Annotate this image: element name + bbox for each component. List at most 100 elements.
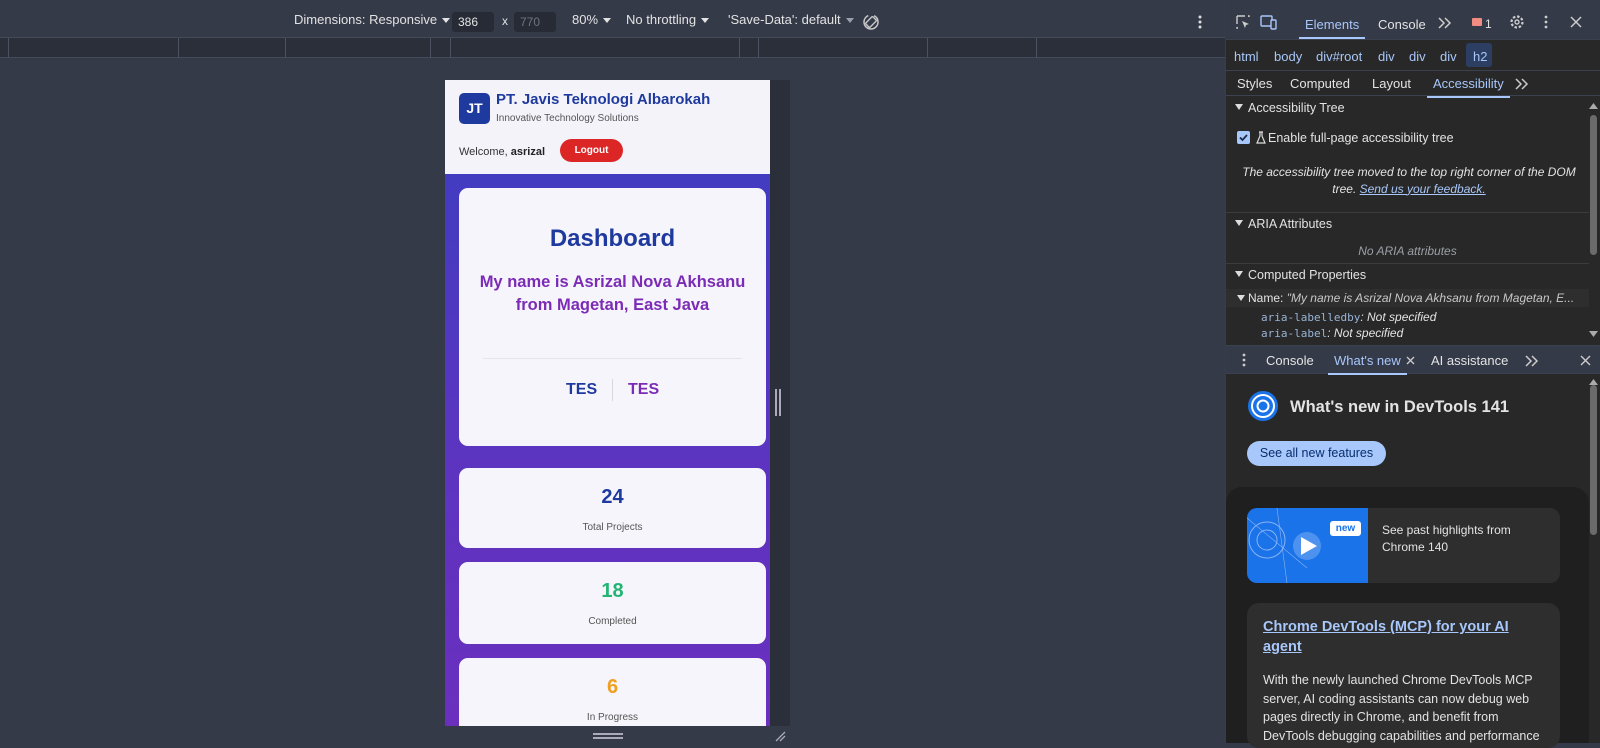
stat-label: Completed: [588, 616, 637, 627]
flask-icon: [1256, 131, 1266, 144]
close-drawer-icon[interactable]: [1580, 355, 1591, 366]
property-key: Name:: [1248, 291, 1287, 305]
scroll-up-icon[interactable]: [1589, 378, 1598, 385]
intro-heading: My name is Asrizal Nova Akhsanu from Mag…: [479, 273, 746, 314]
issues-icon[interactable]: [1472, 18, 1482, 28]
dashboard-card: Dashboard My name is Asrizal Nova Akhsan…: [459, 188, 766, 446]
breadcrumb-html[interactable]: html: [1234, 49, 1259, 64]
devtools-toolbar: Elements Console 1: [1226, 0, 1600, 40]
drawer-tab-console[interactable]: Console: [1266, 353, 1314, 368]
property-value: : Not specified: [1360, 310, 1437, 324]
stat-card-total-projects: 24 Total Projects: [459, 468, 766, 548]
company-logo: JT: [459, 93, 490, 124]
save-data-label: 'Save-Data': default: [728, 12, 841, 27]
chevron-down-icon: [845, 18, 854, 24]
scroll-down-icon[interactable]: [1589, 331, 1598, 338]
checkmark-icon: [1239, 134, 1248, 142]
property-value: : Not specified: [1327, 326, 1404, 340]
zoom-dropdown[interactable]: 80%: [572, 12, 612, 27]
welcome-text: Welcome, asrizal: [459, 146, 545, 158]
tab-accessibility[interactable]: Accessibility: [1427, 76, 1510, 98]
collapse-triangle-icon: [1235, 104, 1243, 110]
tab-console[interactable]: Console: [1378, 17, 1426, 32]
accessibility-tree-section[interactable]: Accessibility Tree: [1226, 97, 1589, 119]
article-body: With the newly launched Chrome DevTools …: [1263, 673, 1540, 743]
throttling-dropdown[interactable]: No throttling: [626, 12, 710, 27]
resize-handle-bottom[interactable]: [593, 733, 623, 739]
collapse-triangle-icon: [1235, 271, 1243, 277]
tab-layout[interactable]: Layout: [1372, 76, 1411, 91]
aria-labelledby-row: aria-labelledby: Not specified: [1261, 310, 1436, 324]
dimensions-label: Dimensions: Responsive: [294, 12, 438, 27]
scroll-up-icon[interactable]: [1589, 102, 1598, 109]
device-toolbar: Dimensions: Responsive 386 x 770 80% No …: [0, 0, 1225, 38]
tab-styles[interactable]: Styles: [1237, 76, 1272, 91]
tab-elements[interactable]: Elements: [1298, 17, 1366, 39]
chevron-down-icon: [701, 18, 710, 24]
divider: [483, 358, 742, 359]
breadcrumb-h2[interactable]: h2: [1473, 49, 1487, 64]
breadcrumb-div-root[interactable]: div#root: [1316, 49, 1362, 64]
breadcrumb-div[interactable]: div: [1440, 49, 1457, 64]
stat-label: Total Projects: [582, 522, 643, 533]
section-title: Accessibility Tree: [1248, 101, 1345, 115]
drawer-scrollbar[interactable]: [1590, 385, 1597, 535]
inspect-element-icon[interactable]: [1235, 14, 1251, 30]
drawer-tab-whats-new[interactable]: What's new: [1328, 353, 1407, 375]
name-row[interactable]: Name: "My name is Asrizal Nova Akhsanu f…: [1226, 289, 1589, 307]
tree-moved-notice: The accessibility tree moved to the top …: [1234, 164, 1584, 197]
aria-attributes-section[interactable]: ARIA Attributes: [1226, 212, 1589, 234]
throttling-label: No throttling: [626, 12, 697, 27]
breadcrumb-div[interactable]: div: [1409, 49, 1426, 64]
breadcrumb: html body div#root div div div h2: [1226, 41, 1600, 71]
enable-tree-checkbox[interactable]: [1237, 131, 1250, 144]
page-title: Dashboard: [549, 225, 676, 252]
resize-handle-right[interactable]: [775, 389, 781, 416]
devtools-panel: Elements Console 1 html body div#root di…: [1225, 0, 1600, 748]
highlights-video-thumbnail: [1247, 508, 1368, 583]
more-tabs-icon[interactable]: [1438, 17, 1452, 29]
see-all-features-button[interactable]: See all new features: [1247, 441, 1386, 466]
stat-value: 6: [606, 676, 619, 698]
rotate-icon[interactable]: [862, 13, 880, 31]
breadcrumb-div[interactable]: div: [1378, 49, 1395, 64]
more-options-icon[interactable]: [1196, 14, 1204, 30]
drawer-menu-icon[interactable]: [1241, 353, 1247, 367]
aria-label-row: aria-label: Not specified: [1261, 326, 1403, 340]
logout-button[interactable]: Logout: [560, 139, 623, 162]
tab-computed[interactable]: Computed: [1290, 76, 1350, 91]
stat-card-completed: 18 Completed: [459, 562, 766, 644]
collapse-triangle-icon: [1235, 220, 1243, 226]
resize-corner-icon[interactable]: [774, 730, 786, 742]
width-input[interactable]: 386: [452, 12, 494, 32]
stat-card-in-progress: 6 In Progress: [459, 658, 766, 726]
media-query-ruler: [0, 38, 1225, 58]
company-tagline: Innovative Technology Solutions: [496, 113, 639, 124]
more-options-icon[interactable]: [1543, 15, 1549, 29]
more-tabs-icon[interactable]: [1525, 355, 1539, 367]
past-highlights-text: See past highlights from Chrome 140: [1382, 523, 1511, 554]
stat-value: 24: [601, 486, 624, 508]
dimensions-dropdown[interactable]: Dimensions: Responsive: [294, 12, 451, 27]
computed-properties-section[interactable]: Computed Properties: [1226, 263, 1589, 285]
drawer-tab-ai-assistance[interactable]: AI assistance: [1431, 353, 1508, 368]
breadcrumb-body[interactable]: body: [1274, 49, 1302, 64]
article-title-link[interactable]: Chrome DevTools (MCP) for your AI agent: [1263, 618, 1548, 657]
accessibility-scrollbar[interactable]: [1590, 115, 1597, 255]
zoom-label: 80%: [572, 12, 599, 27]
device-toggle-icon[interactable]: [1260, 14, 1278, 30]
more-tabs-icon[interactable]: [1515, 78, 1529, 90]
past-highlights-card[interactable]: new See past highlights from Chrome 140: [1247, 508, 1560, 583]
height-input[interactable]: 770: [514, 12, 556, 32]
feedback-link[interactable]: Send us your feedback.: [1360, 182, 1486, 196]
app-header: JT PT. Javis Teknologi Albarokah Innovat…: [445, 80, 770, 174]
close-icon[interactable]: [1570, 16, 1582, 28]
settings-gear-icon[interactable]: [1509, 14, 1525, 30]
issues-count[interactable]: 1: [1485, 17, 1492, 31]
close-tab-icon[interactable]: [1406, 356, 1415, 365]
save-data-dropdown[interactable]: 'Save-Data': default: [728, 12, 854, 27]
company-name: PT. Javis Teknologi Albarokah: [496, 91, 711, 108]
no-aria-text: No ARIA attributes: [1358, 244, 1457, 258]
welcome-prefix: Welcome,: [459, 146, 511, 158]
new-badge: new: [1330, 521, 1361, 536]
